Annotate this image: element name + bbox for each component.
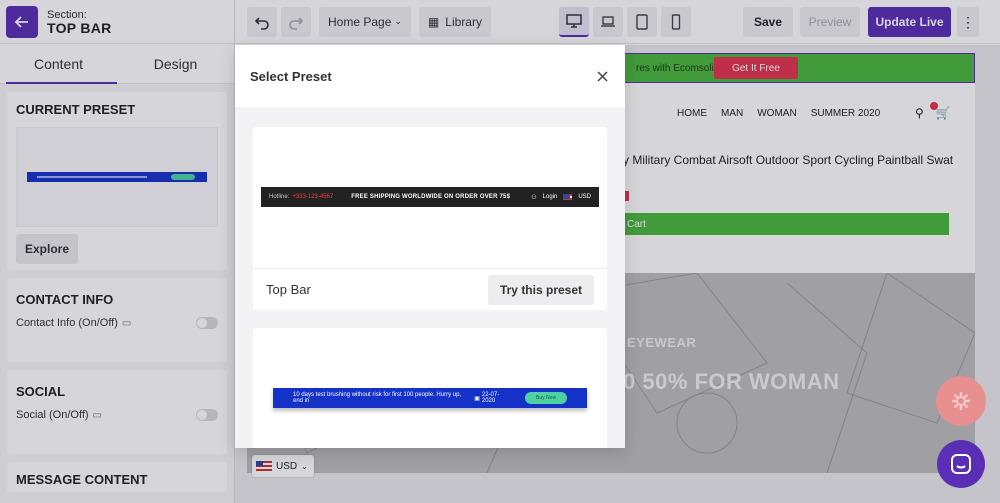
preset-card-footer: Top Bar Try this preset [253,268,607,310]
try-this-preset-button[interactable]: Try this preset [487,274,594,305]
preset-name: Top Bar [266,282,311,297]
user-icon: ⚇ [531,194,537,201]
preview-hotline-label: Hotline: [269,194,290,200]
preview-hotline-number: +333-123-4567 [292,194,334,200]
preview-shipping-text: FREE SHIPPING WORLDWIDE ON ORDER OVER 75… [351,194,511,200]
preview-message: 10 days test brushing without risk for f… [293,392,462,404]
preset-card[interactable]: Hotline: +333-123-4567 FREE SHIPPING WOR… [253,127,607,310]
chat-icon [951,454,971,474]
preview-currency: USD [578,194,591,200]
close-button[interactable] [594,68,610,84]
countdown-preset-preview: 10 days test brushing without risk for f… [273,388,587,408]
modal-header: Select Preset [235,45,625,107]
top-bar-preset-preview: Hotline: +333-123-4567 FREE SHIPPING WOR… [261,187,599,207]
calendar-icon: ▣ [474,395,480,402]
preview-date: 22-07-2020 [481,392,500,404]
settings-fab[interactable] [936,376,986,426]
preview-right-group: ⚇ Login USD [531,194,591,201]
us-flag-icon [563,194,573,200]
preset-preview: Hotline: +333-123-4567 FREE SHIPPING WOR… [253,127,607,267]
close-icon [596,70,608,82]
preview-buy-button: Buy Now [525,392,567,404]
chat-fab[interactable] [937,440,985,488]
preset-card[interactable]: 10 days test brushing without risk for f… [253,328,607,448]
preview-login: Login [542,194,558,200]
gear-icon [952,392,970,410]
select-preset-modal: Select Preset Hotline: +333-123-4567 FRE… [235,45,625,448]
modal-title: Select Preset [250,68,332,84]
preset-preview: 10 days test brushing without risk for f… [253,328,607,448]
